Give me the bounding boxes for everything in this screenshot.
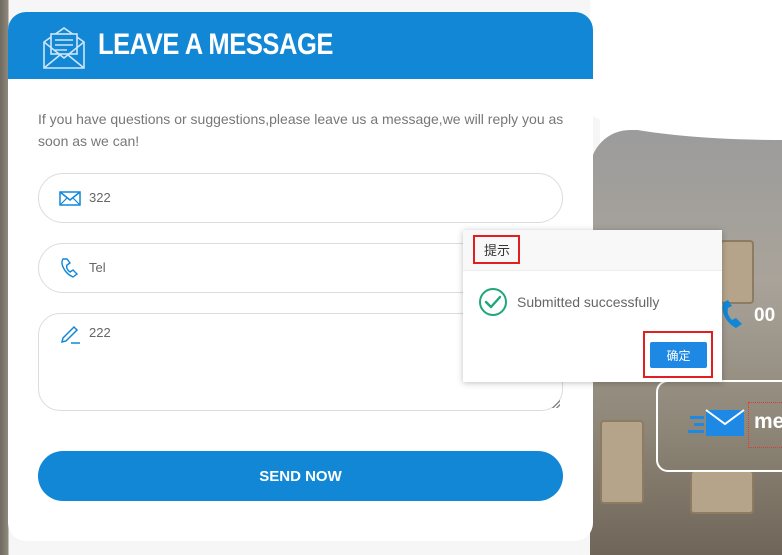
- pallet-shape: [690, 470, 754, 514]
- background-curve: [590, 0, 782, 140]
- page-title: LEAVE A MESSAGE: [98, 28, 333, 61]
- mail-icon: [59, 191, 81, 206]
- envelope-icon: [43, 27, 85, 69]
- send-now-button[interactable]: SEND NOW: [38, 451, 563, 501]
- resize-handle[interactable]: [552, 400, 560, 408]
- check-circle-icon: [479, 288, 507, 316]
- contact-phone-number: 00: [754, 305, 776, 326]
- dialog-title: 提示: [473, 235, 521, 264]
- email-value: 322: [89, 190, 111, 205]
- pencil-icon: [60, 325, 80, 344]
- contact-mail-text: me: [754, 410, 782, 433]
- mail-send-icon: [688, 409, 745, 436]
- pallet-shape: [720, 240, 754, 304]
- message-value: 222: [89, 325, 111, 340]
- phone-icon: [61, 258, 79, 278]
- tel-value: Tel: [89, 260, 106, 275]
- phone-icon: [722, 300, 742, 328]
- intro-text: If you have questions or suggestions,ple…: [38, 111, 564, 149]
- pallet-shape: [600, 420, 644, 504]
- confirm-button[interactable]: 确定: [650, 342, 707, 368]
- dialog-message: Submitted successfully: [517, 294, 660, 310]
- email-field[interactable]: 322: [38, 173, 563, 223]
- dialog-header: 提示: [463, 230, 722, 271]
